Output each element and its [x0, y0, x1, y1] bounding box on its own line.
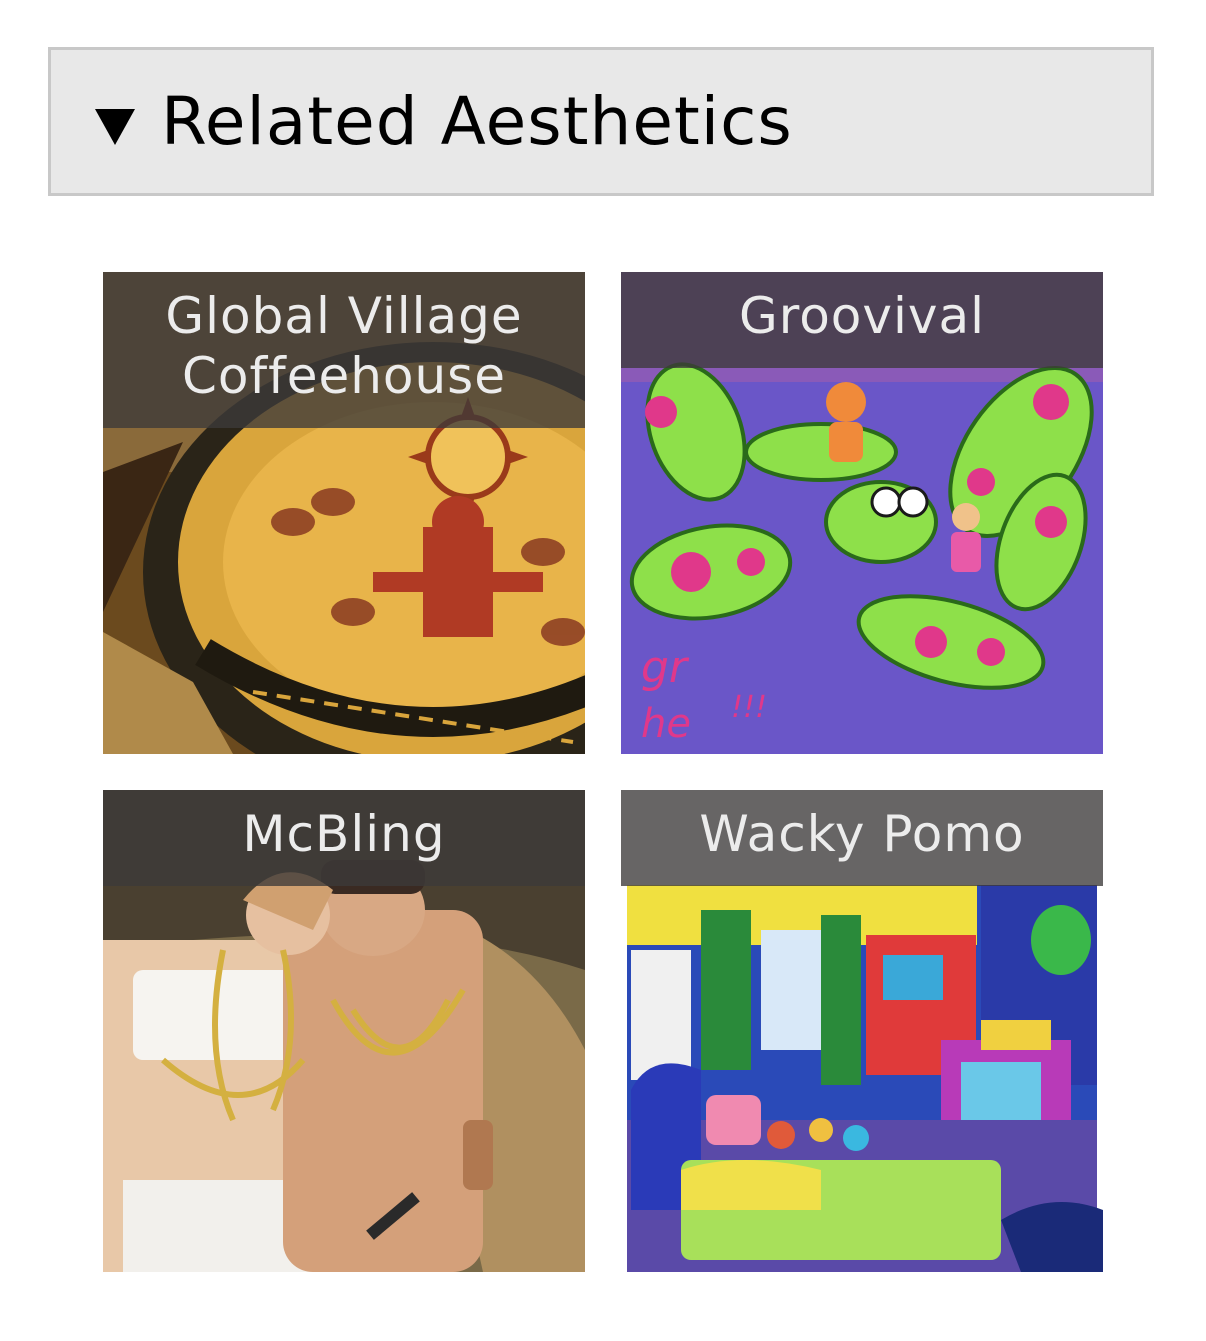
aesthetic-card-groovival[interactable]: gr he !!! Groovival [621, 272, 1103, 754]
card-label: Groovival [621, 272, 1103, 368]
svg-text:!!!: !!! [731, 690, 767, 725]
aesthetic-card-mcbling[interactable]: McBling [103, 790, 585, 1272]
aesthetic-card-wacky-pomo[interactable]: Wacky Pomo [621, 790, 1103, 1272]
aesthetic-card-global-village-coffeehouse[interactable]: Global Village Coffeehouse [103, 272, 585, 754]
card-label: Wacky Pomo [621, 790, 1103, 886]
section-title: Related Aesthetics [161, 82, 793, 160]
svg-text:he: he [641, 701, 691, 747]
triangle-down-icon [93, 103, 137, 147]
svg-text:gr: gr [641, 642, 690, 693]
card-label: Global Village Coffeehouse [103, 272, 585, 428]
card-label: McBling [103, 790, 585, 886]
related-aesthetics-toggle[interactable]: Related Aesthetics [48, 47, 1154, 196]
